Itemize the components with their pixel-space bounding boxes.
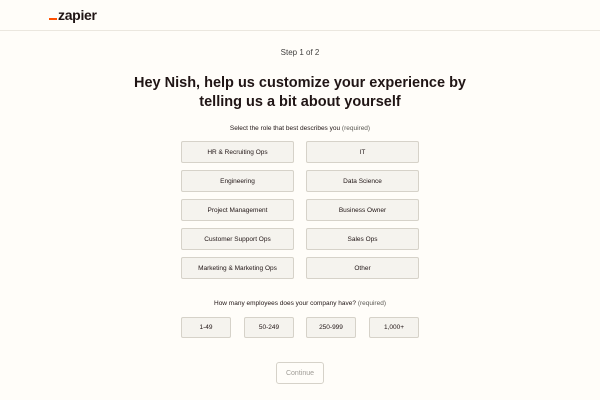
role-option-data-science[interactable]: Data Science (306, 170, 419, 192)
role-option-marketing-ops[interactable]: Marketing & Marketing Ops (181, 257, 294, 279)
role-option-it[interactable]: IT (306, 141, 419, 163)
employee-option-250-999[interactable]: 250-999 (306, 317, 356, 338)
role-question-label: Select the role that best describes you … (0, 125, 600, 132)
page-title: Hey Nish, help us customize your experie… (0, 74, 600, 112)
role-option-hr-recruiting-ops[interactable]: HR & Recruiting Ops (181, 141, 294, 163)
page-title-line-2: telling us a bit about yourself (199, 94, 401, 110)
role-option-other[interactable]: Other (306, 257, 419, 279)
employee-question-label: How many employees does your company hav… (0, 300, 600, 307)
employee-option-1-49[interactable]: 1-49 (181, 317, 231, 338)
employee-required-text: (required) (357, 300, 386, 307)
step-indicator: Step 1 of 2 (280, 48, 320, 57)
role-option-business-owner[interactable]: Business Owner (306, 199, 419, 221)
employee-option-1000-plus[interactable]: 1,000+ (369, 317, 419, 338)
role-required-text: (required) (341, 125, 371, 132)
role-option-sales-ops[interactable]: Sales Ops (306, 228, 419, 250)
role-option-project-management[interactable]: Project Management (181, 199, 294, 221)
role-option-customer-support-ops[interactable]: Customer Support Ops (181, 228, 294, 250)
role-option-engineering[interactable]: Engineering (181, 170, 294, 192)
zapier-logo[interactable]: zapier (49, 8, 97, 22)
logo-underscore-icon (49, 18, 57, 20)
continue-button[interactable]: Continue (276, 362, 324, 384)
logo-text: zapier (58, 7, 97, 23)
role-question-text: Select the role that best describes you (229, 125, 341, 132)
page-title-line-1: Hey Nish, help us customize your experie… (134, 75, 466, 91)
employee-option-50-249[interactable]: 50-249 (244, 317, 294, 338)
employee-question-text: How many employees does your company hav… (214, 300, 356, 307)
top-header: zapier (0, 0, 600, 31)
